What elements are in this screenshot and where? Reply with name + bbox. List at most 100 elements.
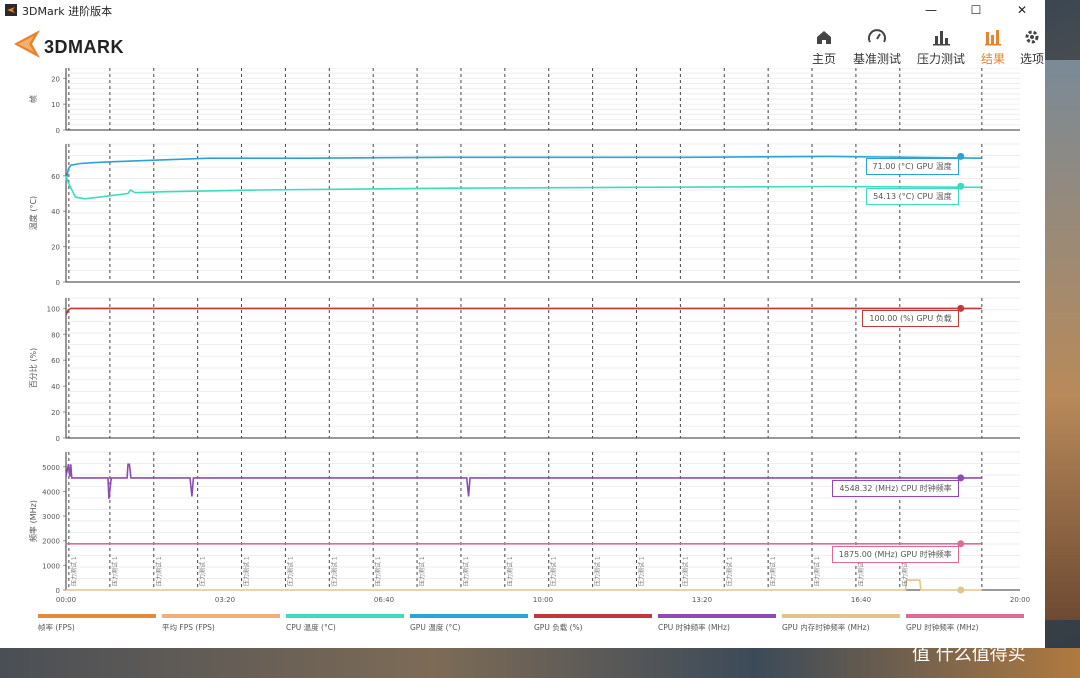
x-tick-label: 00:00 [56,596,76,604]
minimize-button[interactable]: — [908,0,954,20]
brand-name: 3DMARK [44,37,125,57]
x-tick-label: 16:40 [851,596,871,604]
stage-label: 压力测试 1 [681,556,689,586]
stage-label: 压力测试 1 [243,556,251,586]
stage-label: 压力测试 1 [594,556,602,586]
stage-label: 压力测试 1 [111,556,119,586]
legend-item[interactable]: CPU 温度 (°C) [286,614,404,632]
legend-swatch [534,614,652,618]
nav-benchmarks[interactable]: 基准测试 [852,20,902,68]
y-axis-label: 频率 (MHz) [28,500,38,542]
stage-label: 压力测试 1 [374,556,382,586]
series-end-marker [957,586,965,594]
y-tick-label: 4000 [42,488,60,496]
maximize-button[interactable]: ☐ [953,0,999,20]
stage-label: 压力测试 1 [550,556,558,586]
app-icon [5,4,17,16]
nav-results[interactable]: 结果 [978,20,1008,68]
legend-item[interactable]: GPU 内存时钟频率 (MHz) [782,614,900,632]
legend-swatch [38,614,156,618]
nav-benchmarks-label: 基准测试 [852,52,901,66]
3dmark-logo-icon [14,30,40,58]
x-tick-label: 13:20 [692,596,712,604]
y-tick-label: 40 [51,208,60,216]
legend-item[interactable]: CPU 时钟频率 (MHz) [658,614,776,632]
legend-swatch [906,614,1024,618]
nav-results-label: 结果 [980,52,1005,66]
stage-label: 压力测试 1 [769,556,777,586]
y-tick-label: 20 [51,409,60,417]
legend-item[interactable]: 帧率 (FPS) [38,614,156,632]
y-tick-label: 0 [56,587,60,595]
stage-label: 压力测试 1 [462,556,470,586]
y-tick-label: 1000 [42,562,60,570]
brand-logo[interactable]: 3DMARK [12,28,182,60]
nav-stress-tests[interactable]: 压力测试 [916,20,966,68]
series-line-GPU 温度 [65,155,982,182]
y-tick-label: 3000 [42,513,60,521]
nav-home[interactable]: 主页 [810,20,838,68]
legend-item[interactable]: GPU 负载 (%) [534,614,652,632]
stage-label: 压力测试 1 [637,556,645,586]
y-axis-label: 温度 (°C) [28,196,38,230]
legend-label: 平均 FPS (FPS) [162,623,215,632]
legend-label: GPU 内存时钟频率 (MHz) [782,623,870,632]
stage-label: 压力测试 1 [70,556,78,586]
y-tick-label: 0 [56,127,60,135]
y-tick-label: 80 [51,331,60,339]
legend-swatch [286,614,404,618]
y-tick-label: 20 [51,244,60,252]
y-axis-label: 帧 [28,95,38,103]
y-tick-label: 5000 [42,464,60,472]
title-bar[interactable]: 3DMark 进阶版本 — ☐ ✕ [0,0,1045,20]
nav-options-label: 选项 [1020,52,1045,66]
legend-label: CPU 温度 (°C) [286,623,336,632]
annotation-GPU 负载: 100.00 (%) GPU 负载 [862,310,959,328]
y-tick-label: 0 [56,435,60,443]
legend-swatch [782,614,900,618]
stage-label: 压力测试 1 [813,556,821,586]
legend-label: GPU 温度 (°C) [410,623,461,632]
y-tick-label: 0 [56,279,60,287]
gauge-icon [868,29,886,43]
annotation-CPU 温度: 54.13 (°C) CPU 温度 [866,188,959,206]
wallpaper-right-strip [1045,60,1080,620]
stage-label: 压力测试 1 [725,556,733,586]
stage-label: 压力测试 1 [286,556,294,586]
legend-label: 帧率 (FPS) [38,623,75,632]
nav-options[interactable]: 选项 [1020,20,1044,68]
series-line-CPU 温度 [65,175,982,200]
y-axis-label: 百分比 (%) [28,348,38,388]
stage-label: 压力测试 1 [330,556,338,586]
close-button[interactable]: ✕ [999,0,1045,20]
y-tick-label: 100 [47,305,60,313]
legend-label: GPU 时钟频率 (MHz) [906,623,979,632]
home-icon [817,31,831,44]
y-tick-label: 20 [51,75,60,83]
y-tick-label: 2000 [42,538,60,546]
stage-label: 压力测试 1 [506,556,514,586]
legend-label: GPU 负载 (%) [534,623,583,632]
watermark: 值 什么值得买 [912,644,1026,665]
legend-label: CPU 时钟频率 (MHz) [658,623,730,632]
y-tick-label: 60 [51,357,60,365]
window-title: 3DMark 进阶版本 [22,5,113,18]
legend-swatch [162,614,280,618]
legend-swatch [658,614,776,618]
gear-icon [1025,30,1039,44]
annotation-GPU 温度: 71.00 (°C) GPU 温度 [865,158,959,176]
x-tick-label: 20:00 [1010,596,1030,604]
x-tick-label: 10:00 [533,596,553,604]
stage-label: 压力测试 1 [199,556,207,586]
annotation-GPU 时钟频率: 1875.00 (MHz) GPU 时钟频率 [831,545,959,563]
app-header: 3DMARK 主页 基准测试 压力测试 结果 选项 [0,20,1045,68]
y-tick-label: 60 [51,173,60,181]
legend-swatch [410,614,528,618]
legend-item[interactable]: 平均 FPS (FPS) [162,614,280,632]
nav-stress-tests-label: 压力测试 [916,52,965,66]
stage-label: 压力测试 1 [418,556,426,586]
results-icon [985,30,1001,46]
legend-item[interactable]: GPU 时钟频率 (MHz) [906,614,1024,632]
x-tick-label: 03:20 [215,596,235,604]
legend-item[interactable]: GPU 温度 (°C) [410,614,528,632]
